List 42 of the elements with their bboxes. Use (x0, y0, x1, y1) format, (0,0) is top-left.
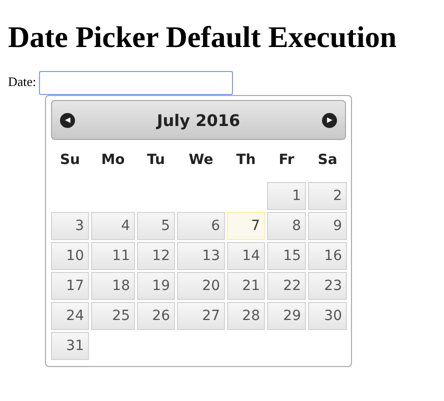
day-cell[interactable]: 18 (91, 272, 135, 300)
weekday-label: Fr (278, 151, 296, 170)
page-title: Date Picker Default Execution (8, 21, 398, 55)
weekday-label: We (188, 151, 214, 170)
day-cell[interactable]: 17 (51, 272, 89, 300)
day-cell[interactable]: 4 (91, 212, 135, 240)
day-cell[interactable]: 7 (227, 212, 265, 240)
day-cell[interactable]: 13 (177, 242, 225, 270)
day-cell[interactable]: 26 (137, 302, 175, 330)
day-cell[interactable]: 19 (137, 272, 175, 300)
day-cell[interactable]: 28 (227, 302, 265, 330)
day-cell[interactable]: 29 (267, 302, 306, 330)
date-field[interactable] (39, 71, 234, 95)
day-cell[interactable]: 14 (227, 242, 265, 270)
weekday-label: Sa (316, 151, 338, 170)
day-cell[interactable]: 8 (267, 212, 306, 240)
day-cell[interactable]: 20 (177, 272, 225, 300)
day-cell[interactable]: 21 (227, 272, 265, 300)
day-cell[interactable]: 25 (91, 302, 135, 330)
day-cell[interactable]: 30 (308, 302, 347, 330)
day-cell[interactable]: 16 (308, 242, 347, 270)
weekday-label: Th (235, 151, 257, 170)
weekday-label: Su (58, 151, 82, 170)
day-cell[interactable]: 15 (267, 242, 306, 270)
day-cell[interactable]: 6 (177, 212, 225, 240)
day-cell[interactable]: 3 (51, 212, 89, 240)
day-cell[interactable]: 1 (267, 182, 306, 210)
day-cell[interactable]: 12 (137, 242, 175, 270)
day-cell[interactable]: 2 (308, 182, 347, 210)
month-title: July 2016 (156, 110, 240, 130)
day-cell[interactable]: 5 (137, 212, 175, 240)
day-cell[interactable]: 9 (308, 212, 347, 240)
day-cell[interactable]: 23 (308, 272, 347, 300)
day-cell[interactable]: 27 (177, 302, 225, 330)
day-cell[interactable]: 22 (267, 272, 306, 300)
day-cell[interactable]: 11 (91, 242, 135, 270)
day-cell[interactable]: 24 (51, 302, 89, 330)
weekday-label: Mo (100, 151, 126, 170)
field-label: Date: (8, 74, 36, 91)
day-cell[interactable]: 10 (51, 242, 89, 270)
day-cell[interactable]: 31 (51, 332, 89, 360)
weekday-label: Tu (146, 151, 166, 170)
